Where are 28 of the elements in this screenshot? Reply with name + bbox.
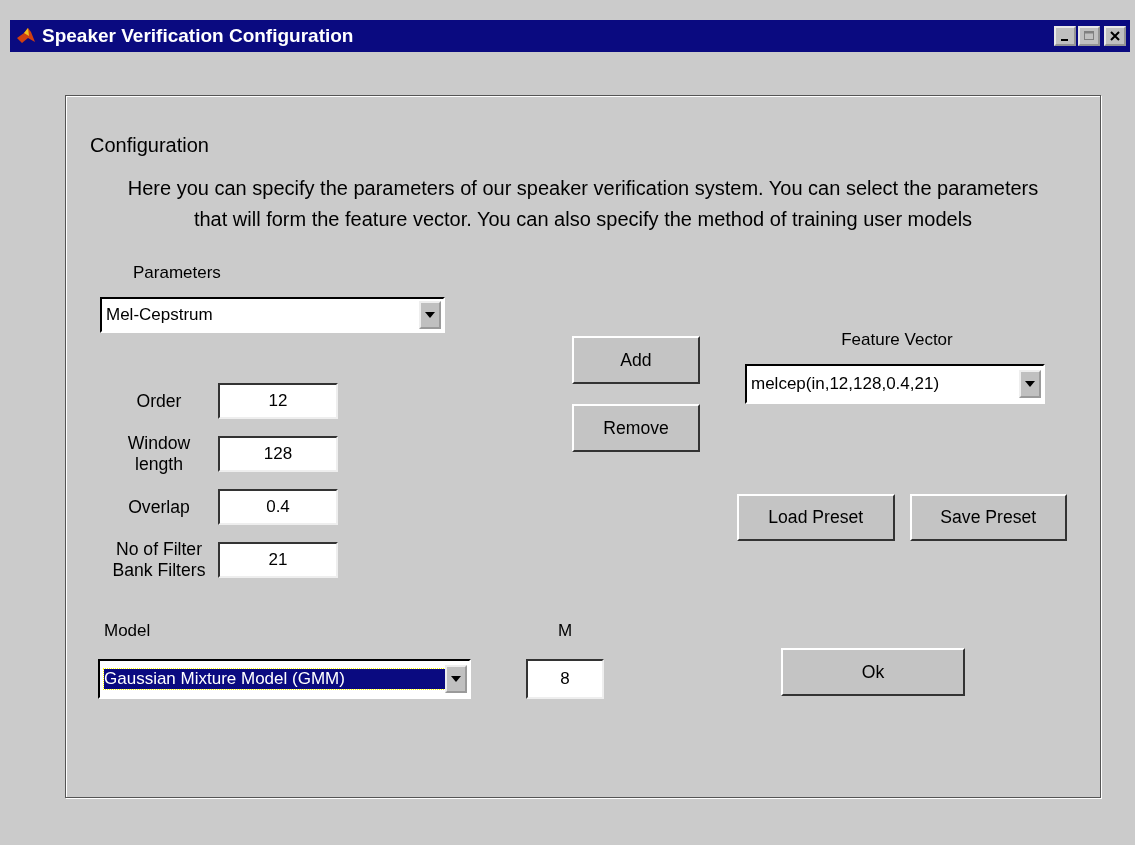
field-label: Overlap (127, 496, 191, 518)
m-input-field[interactable]: 8 (526, 659, 604, 699)
close-button[interactable] (1104, 26, 1126, 46)
app-icon (16, 26, 36, 46)
input-field[interactable]: 12 (218, 383, 338, 419)
input-field[interactable]: 0.4 (218, 489, 338, 525)
description-text: Here you can specify the parameters of our speaker verification system. You can select the parameters that will form the feature vector. You can also specify the method of training user models (126, 176, 1040, 232)
add-button[interactable]: Add (572, 336, 700, 384)
input-field[interactable]: 21 (218, 542, 338, 578)
model-dropdown[interactable]: Gaussian Mixture Model (GMM) (98, 659, 471, 699)
save-preset-button[interactable]: Save Preset (909, 494, 1067, 541)
feature-vector-label: Feature Vector (840, 330, 954, 350)
model-label: Model (104, 621, 152, 641)
input-field[interactable]: 128 (218, 436, 338, 472)
remove-button[interactable]: Remove (572, 404, 700, 452)
m-label: M (557, 621, 573, 641)
load-preset-button[interactable]: Load Preset (737, 494, 895, 541)
field-label: No of Filter Bank Filters (111, 539, 207, 581)
panel-heading: Configuration (90, 134, 210, 157)
parameters-dropdown[interactable]: Mel-Cepstrum (100, 297, 445, 333)
minimize-button[interactable] (1054, 26, 1076, 46)
parameters-label: Parameters (133, 263, 222, 283)
window-title: Speaker Verification Configuration (42, 25, 355, 47)
ok-button[interactable]: Ok (781, 648, 965, 696)
close-icon[interactable] (1109, 30, 1121, 42)
field-label: Order (135, 390, 183, 412)
feature-vector-dropdown[interactable]: melcep(in,12,128,0.4,21) (745, 364, 1045, 404)
field-label: Window length (126, 433, 192, 475)
